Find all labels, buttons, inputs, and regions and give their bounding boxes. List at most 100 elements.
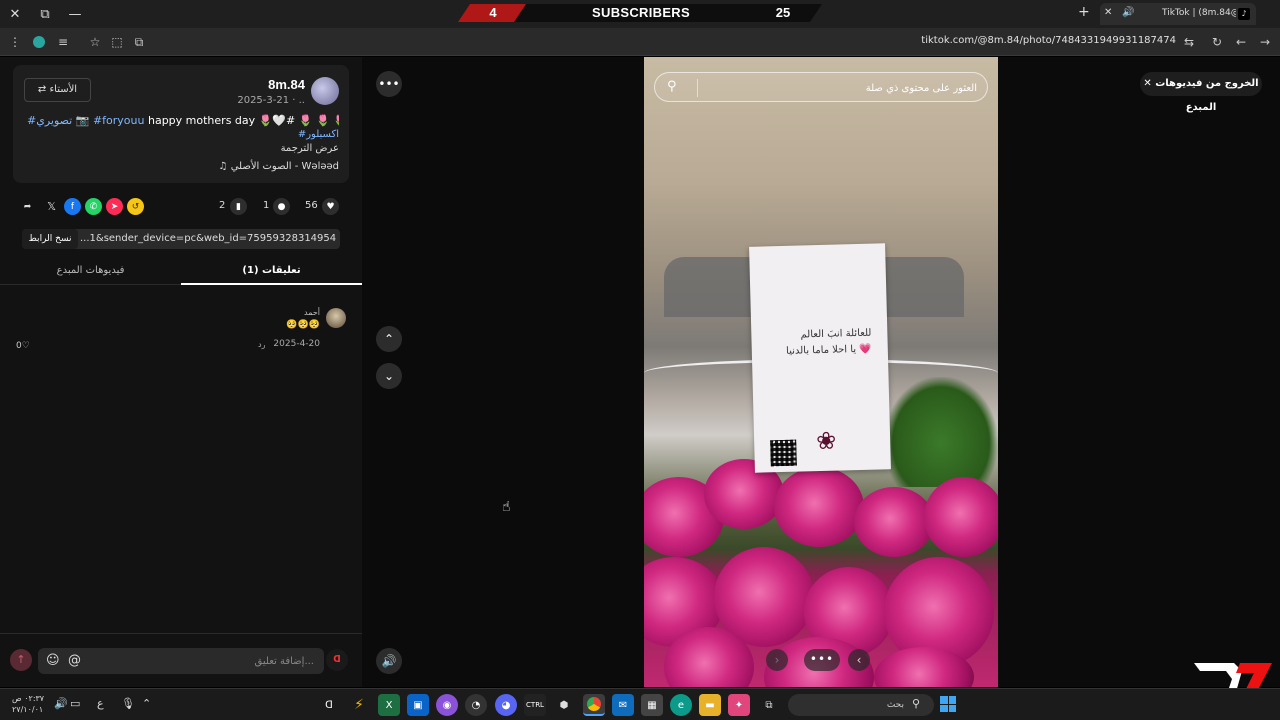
- taskbar-app-taskview-icon[interactable]: ⧉: [758, 694, 780, 716]
- post-comment-button[interactable]: ↑: [10, 649, 32, 671]
- refresh-icon[interactable]: ↻: [1208, 33, 1226, 51]
- browser-tab-tiktok[interactable]: ✕ 🔊 TikTok | (8m.84@) .. ♪: [1100, 3, 1256, 25]
- related-search-input[interactable]: [701, 78, 977, 98]
- original-sound-link[interactable]: ♫ الصوت الأصلي - Wələəd: [27, 161, 339, 172]
- search-icon[interactable]: ⚲: [912, 697, 920, 710]
- taskbar-app-extension-icon[interactable]: ᗡ: [318, 694, 340, 716]
- follow-button[interactable]: ⇄ الأستاء: [24, 78, 91, 102]
- taskbar-app-obs-icon[interactable]: ⬢: [553, 694, 575, 716]
- facebook-share-icon[interactable]: f: [64, 198, 81, 215]
- commenter-name[interactable]: أحمد: [200, 308, 320, 317]
- search-divider: [697, 79, 698, 97]
- more-options-button[interactable]: •••: [376, 71, 402, 97]
- action-row: ➦ 𝕏 f ✆ ➤ ↺ 2 ▮ 1 ● 56 ♥: [13, 195, 349, 219]
- copy-link-button[interactable]: نسخ الرابط: [22, 229, 78, 249]
- site-settings-icon[interactable]: ⇆: [1180, 33, 1198, 51]
- x-share-icon[interactable]: 𝕏: [43, 198, 60, 215]
- send-to-friend-icon[interactable]: ➤: [106, 198, 123, 215]
- emoji-icon[interactable]: ☺: [46, 653, 60, 668]
- carousel-dots: •••: [804, 649, 840, 671]
- share-arrow-icon[interactable]: ➦: [19, 198, 36, 215]
- taskbar-app-discord-icon[interactable]: ◕: [495, 694, 517, 716]
- taskbar-clock[interactable]: ٠٢:٣٧ ص ٢٧/١٠/٠١: [12, 693, 44, 715]
- caption-hashtag-foryou[interactable]: #foryouu: [93, 114, 145, 127]
- see-translation-link[interactable]: عرض الترجمة: [27, 143, 339, 154]
- comment-text: 🥺🥺🥺: [286, 320, 320, 330]
- carousel-prev-icon[interactable]: ‹: [848, 649, 870, 671]
- avatar[interactable]: [311, 77, 339, 105]
- taskbar-app-window-icon[interactable]: ▣: [407, 694, 429, 716]
- collections-icon[interactable]: ⧉: [130, 33, 148, 51]
- taskbar-app-explorer-icon[interactable]: ▬: [699, 694, 721, 716]
- volume-tray-icon[interactable]: 🔊: [54, 697, 68, 710]
- caption-text: happy mothers day 🌷🤍# 🌷 🌷 🌷 🌷 🌷: [147, 114, 339, 127]
- comment-bubble-icon[interactable]: ●: [273, 198, 290, 215]
- comment-item: أحمد 🥺🥺🥺 2025-4-20 رد 0♡: [0, 305, 362, 355]
- tab-comments[interactable]: تعليقات (1): [181, 265, 362, 276]
- post-info-card: 8m.84 2025-3-21 · .. ⇄ الأستاء #تصويري 📷…: [13, 65, 349, 183]
- post-date: 2025-3-21 · ..: [237, 95, 305, 106]
- extension-logo-icon[interactable]: ᗡ: [326, 649, 348, 671]
- bookmark-icon[interactable]: ▮: [230, 198, 247, 215]
- post-details-panel: 8m.84 2025-3-21 · .. ⇄ الأستاء #تصويري 📷…: [0, 57, 362, 687]
- like-count: 56: [305, 200, 318, 211]
- show-hidden-icons-icon[interactable]: ⌃: [142, 697, 151, 710]
- window-restore-icon[interactable]: ⧉: [30, 0, 60, 28]
- caption-hashtag-photo[interactable]: #تصويري 📷: [27, 114, 89, 127]
- bookmark-star-icon[interactable]: ☆: [86, 33, 104, 51]
- volume-button[interactable]: 🔊: [376, 648, 402, 674]
- search-icon[interactable]: ⚲: [667, 79, 677, 94]
- previous-post-button[interactable]: ⌃: [376, 326, 402, 352]
- taskbar-app-excel-icon[interactable]: X: [378, 694, 400, 716]
- tab-close-icon[interactable]: ✕: [1104, 7, 1112, 18]
- taskbar-app-lightning-icon[interactable]: ⚡: [348, 694, 370, 716]
- window-close-icon[interactable]: ✕: [0, 0, 30, 28]
- url-field[interactable]: tiktok.com/@8m.84/photo/7484331949931187…: [900, 35, 1176, 46]
- card-text-line1: للعائلة انبَ العالم: [800, 327, 872, 341]
- whatsapp-share-icon[interactable]: ✆: [85, 198, 102, 215]
- embed-share-icon[interactable]: ↺: [127, 198, 144, 215]
- taskbar-app-store-icon[interactable]: ▦: [641, 694, 663, 716]
- next-post-button[interactable]: ⌄: [376, 363, 402, 389]
- new-tab-button[interactable]: +: [1078, 4, 1090, 20]
- commenter-avatar[interactable]: [326, 308, 346, 328]
- username[interactable]: 8m.84: [193, 77, 305, 92]
- taskbar-app-copilot-icon[interactable]: ✦: [728, 694, 750, 716]
- clock-date: ٢٧/١٠/٠١: [12, 705, 44, 714]
- taskbar-app-chrome-icon[interactable]: [583, 694, 605, 716]
- taskbar-app-purple-icon[interactable]: ◉: [436, 694, 458, 716]
- taskbar-app-clock-icon[interactable]: ◔: [465, 694, 487, 716]
- comment-like-count[interactable]: 0♡: [16, 341, 30, 351]
- menu-dots-icon[interactable]: ⋮: [6, 33, 24, 51]
- caption-hashtag-explore[interactable]: #اكسبلور: [27, 129, 339, 140]
- carousel-next-icon[interactable]: ›: [766, 649, 788, 671]
- taskbar-search-input[interactable]: [798, 697, 904, 713]
- network-tray-icon[interactable]: ▭: [70, 697, 80, 710]
- exit-creator-videos-button[interactable]: ✕ الخروج من فيديوهات المبدع: [1140, 72, 1262, 113]
- photo-greeting-card: للعائلة انبَ العالم يا احلا ماما بالدنيا…: [749, 243, 891, 473]
- extension-icon[interactable]: [30, 33, 48, 51]
- forward-arrow-icon[interactable]: ←: [1232, 33, 1250, 51]
- panel-tabs: فيديوهات المبدع تعليقات (1): [0, 259, 362, 285]
- clock-time: ٠٢:٣٧ ص: [12, 694, 45, 703]
- tab-creator-videos[interactable]: فيديوهات المبدع: [0, 265, 181, 276]
- subscriber-counter: 4 SUBSCRIBERS 25: [458, 4, 822, 22]
- taskbar-app-ctrl-icon[interactable]: CTRL: [524, 694, 546, 716]
- back-arrow-icon[interactable]: →: [1256, 33, 1274, 51]
- heart-icon[interactable]: ♥: [322, 198, 339, 215]
- mention-icon[interactable]: @: [68, 653, 81, 668]
- microphone-tray-icon[interactable]: 🎙: [121, 697, 135, 710]
- split-screen-icon[interactable]: ⬚: [108, 33, 126, 51]
- share-link-text[interactable]: ...1&sender_device=pc&web_id=75959328314…: [80, 233, 336, 244]
- taskbar-app-edge-icon[interactable]: e: [670, 694, 692, 716]
- reading-list-icon[interactable]: ≡: [54, 33, 72, 51]
- input-language[interactable]: ع: [97, 697, 104, 710]
- post-caption: #تصويري 📷 #foryouu happy mothers day 🌷🤍#…: [27, 114, 339, 127]
- windows-start-icon[interactable]: [940, 696, 956, 712]
- post-photo[interactable]: للعائلة انبَ العالم يا احلا ماما بالدنيا…: [644, 57, 998, 687]
- window-minimize-icon[interactable]: —: [60, 0, 90, 28]
- tab-audio-icon[interactable]: 🔊: [1122, 7, 1134, 18]
- taskbar-app-outlook-icon[interactable]: ✉: [612, 694, 634, 716]
- reply-button[interactable]: رد: [258, 340, 265, 349]
- follow-button-label: الأستاء: [49, 84, 78, 95]
